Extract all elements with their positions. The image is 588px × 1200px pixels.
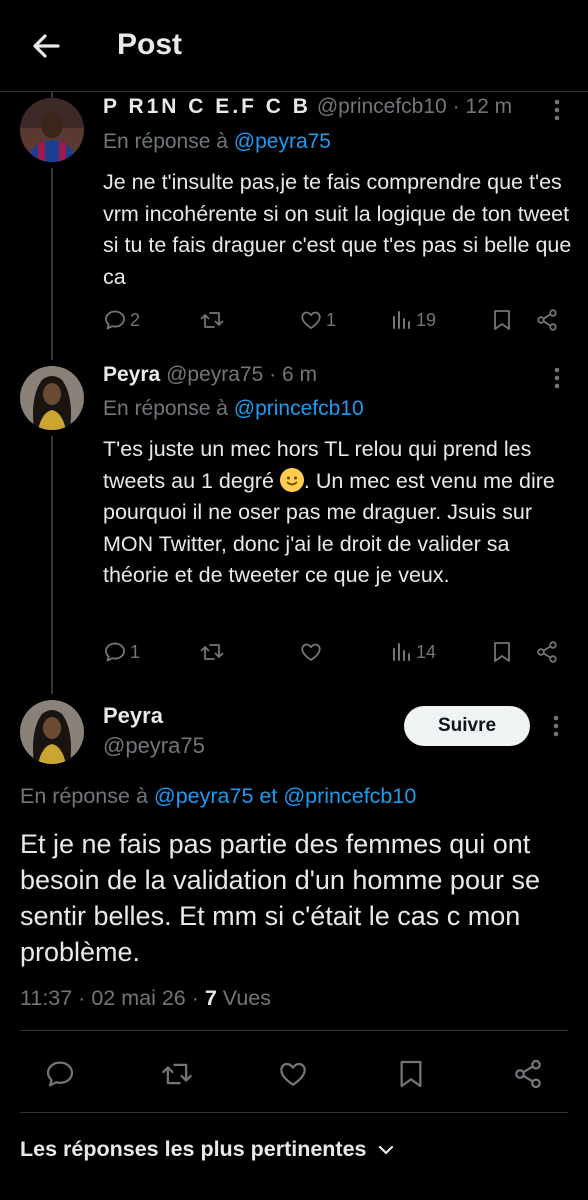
author-name[interactable]: Peyra: [103, 363, 160, 386]
bookmark-button[interactable]: [491, 639, 513, 665]
post-actions: [0, 1054, 588, 1094]
thread-line: [51, 436, 53, 694]
mention-link[interactable]: @peyra75: [234, 130, 331, 153]
views-button[interactable]: 14: [391, 639, 436, 665]
comment-icon[interactable]: [44, 1058, 76, 1090]
replying-label: En réponse à: [103, 397, 228, 420]
like-button[interactable]: 1: [299, 307, 336, 333]
page-title: Post: [117, 28, 183, 61]
retweet-icon: [200, 312, 224, 328]
bookmark-icon[interactable]: [396, 1058, 426, 1090]
reply-actions: 2 1 19: [103, 307, 563, 335]
author-handle[interactable]: @peyra75: [166, 363, 263, 386]
like-count: 1: [326, 309, 337, 330]
analytics-icon: [393, 311, 410, 329]
analytics-icon: [393, 643, 410, 661]
chevron-down-icon: [378, 1145, 393, 1154]
reply-sort-label: Les réponses les plus pertinentes: [20, 1137, 367, 1161]
bookmark-button[interactable]: [491, 307, 513, 333]
author-name[interactable]: Peyra: [103, 703, 163, 729]
replying-label: En réponse à: [103, 130, 228, 153]
replying-and: et: [259, 784, 278, 808]
avatar[interactable]: [20, 98, 84, 162]
follow-button[interactable]: Suivre: [404, 706, 530, 746]
reply-actions: 1 14: [103, 639, 563, 667]
retweet-button[interactable]: [199, 639, 225, 665]
reply-sort-selector[interactable]: Les réponses les plus pertinentes: [20, 1137, 395, 1162]
more-options-icon[interactable]: [551, 714, 561, 738]
avatar[interactable]: [20, 700, 84, 764]
thread-line: [51, 168, 53, 360]
avatar[interactable]: [20, 366, 84, 430]
reply-count: 1: [130, 641, 141, 662]
replying-to: En réponse à @peyra75: [103, 130, 331, 154]
like-button[interactable]: [299, 639, 323, 665]
author-handle[interactable]: @princefcb10: [317, 95, 447, 118]
mention-link[interactable]: @peyra75: [154, 784, 254, 808]
mention-link[interactable]: @princefcb10: [234, 397, 364, 420]
post-time: · 6 m: [269, 363, 317, 386]
comment-icon: [105, 310, 125, 330]
views-label: Vues: [222, 986, 272, 1010]
author-handle[interactable]: @peyra75: [103, 733, 205, 759]
reply-count: 2: [130, 309, 141, 330]
view-count: 19: [416, 309, 437, 330]
comment-icon: [105, 642, 125, 662]
arrow-left-icon[interactable]: [28, 28, 64, 64]
post-text: Et je ne fais pas partie des femmes qui …: [20, 829, 540, 967]
divider: [20, 1112, 568, 1113]
share-button[interactable]: [535, 639, 559, 665]
view-count: 14: [416, 641, 437, 662]
share-icon[interactable]: [512, 1058, 544, 1090]
post-timestamp: 11:37 · 02 mai 26 ·: [20, 986, 205, 1010]
share-icon: [537, 309, 557, 331]
reply-button[interactable]: 1: [103, 639, 140, 665]
reply-author-line: Peyra @peyra75 · 6 m: [103, 363, 317, 387]
author-name[interactable]: P R1N C E.F C B: [103, 95, 311, 118]
replying-to: En réponse à @peyra75 et @princefcb10: [20, 784, 416, 809]
reply-author-line: P R1N C E.F C B @princefcb10 · 12 m: [103, 95, 512, 119]
reply-text: T'es juste un mec hors TL relou qui pren…: [103, 434, 568, 592]
smiley-emoji-icon: [279, 467, 304, 492]
top-bar: Post: [0, 0, 588, 92]
bookmark-icon: [494, 310, 510, 330]
replying-label: En réponse à: [20, 784, 148, 808]
heart-icon: [301, 643, 321, 661]
reply-text: Je ne t'insulte pas,je te fais comprendr…: [103, 170, 572, 289]
heart-icon: [301, 311, 321, 329]
divider: [20, 1030, 568, 1031]
views-count: 7: [204, 986, 217, 1010]
post-meta: 11:37 · 02 mai 26 · 7 Vues: [20, 986, 271, 1011]
post-time: · 12 m: [452, 95, 513, 118]
share-icon: [537, 641, 557, 663]
reply-button[interactable]: 2: [103, 307, 140, 333]
replying-to: En réponse à @princefcb10: [103, 397, 364, 421]
retweet-button[interactable]: [199, 307, 225, 333]
bookmark-icon: [494, 642, 510, 662]
retweet-icon: [200, 644, 224, 660]
retweet-icon[interactable]: [160, 1058, 194, 1090]
mention-link[interactable]: @princefcb10: [283, 784, 416, 808]
more-options-icon[interactable]: [552, 98, 562, 122]
heart-icon[interactable]: [277, 1058, 309, 1090]
views-button[interactable]: 19: [391, 307, 436, 333]
share-button[interactable]: [535, 307, 559, 333]
more-options-icon[interactable]: [552, 366, 562, 390]
